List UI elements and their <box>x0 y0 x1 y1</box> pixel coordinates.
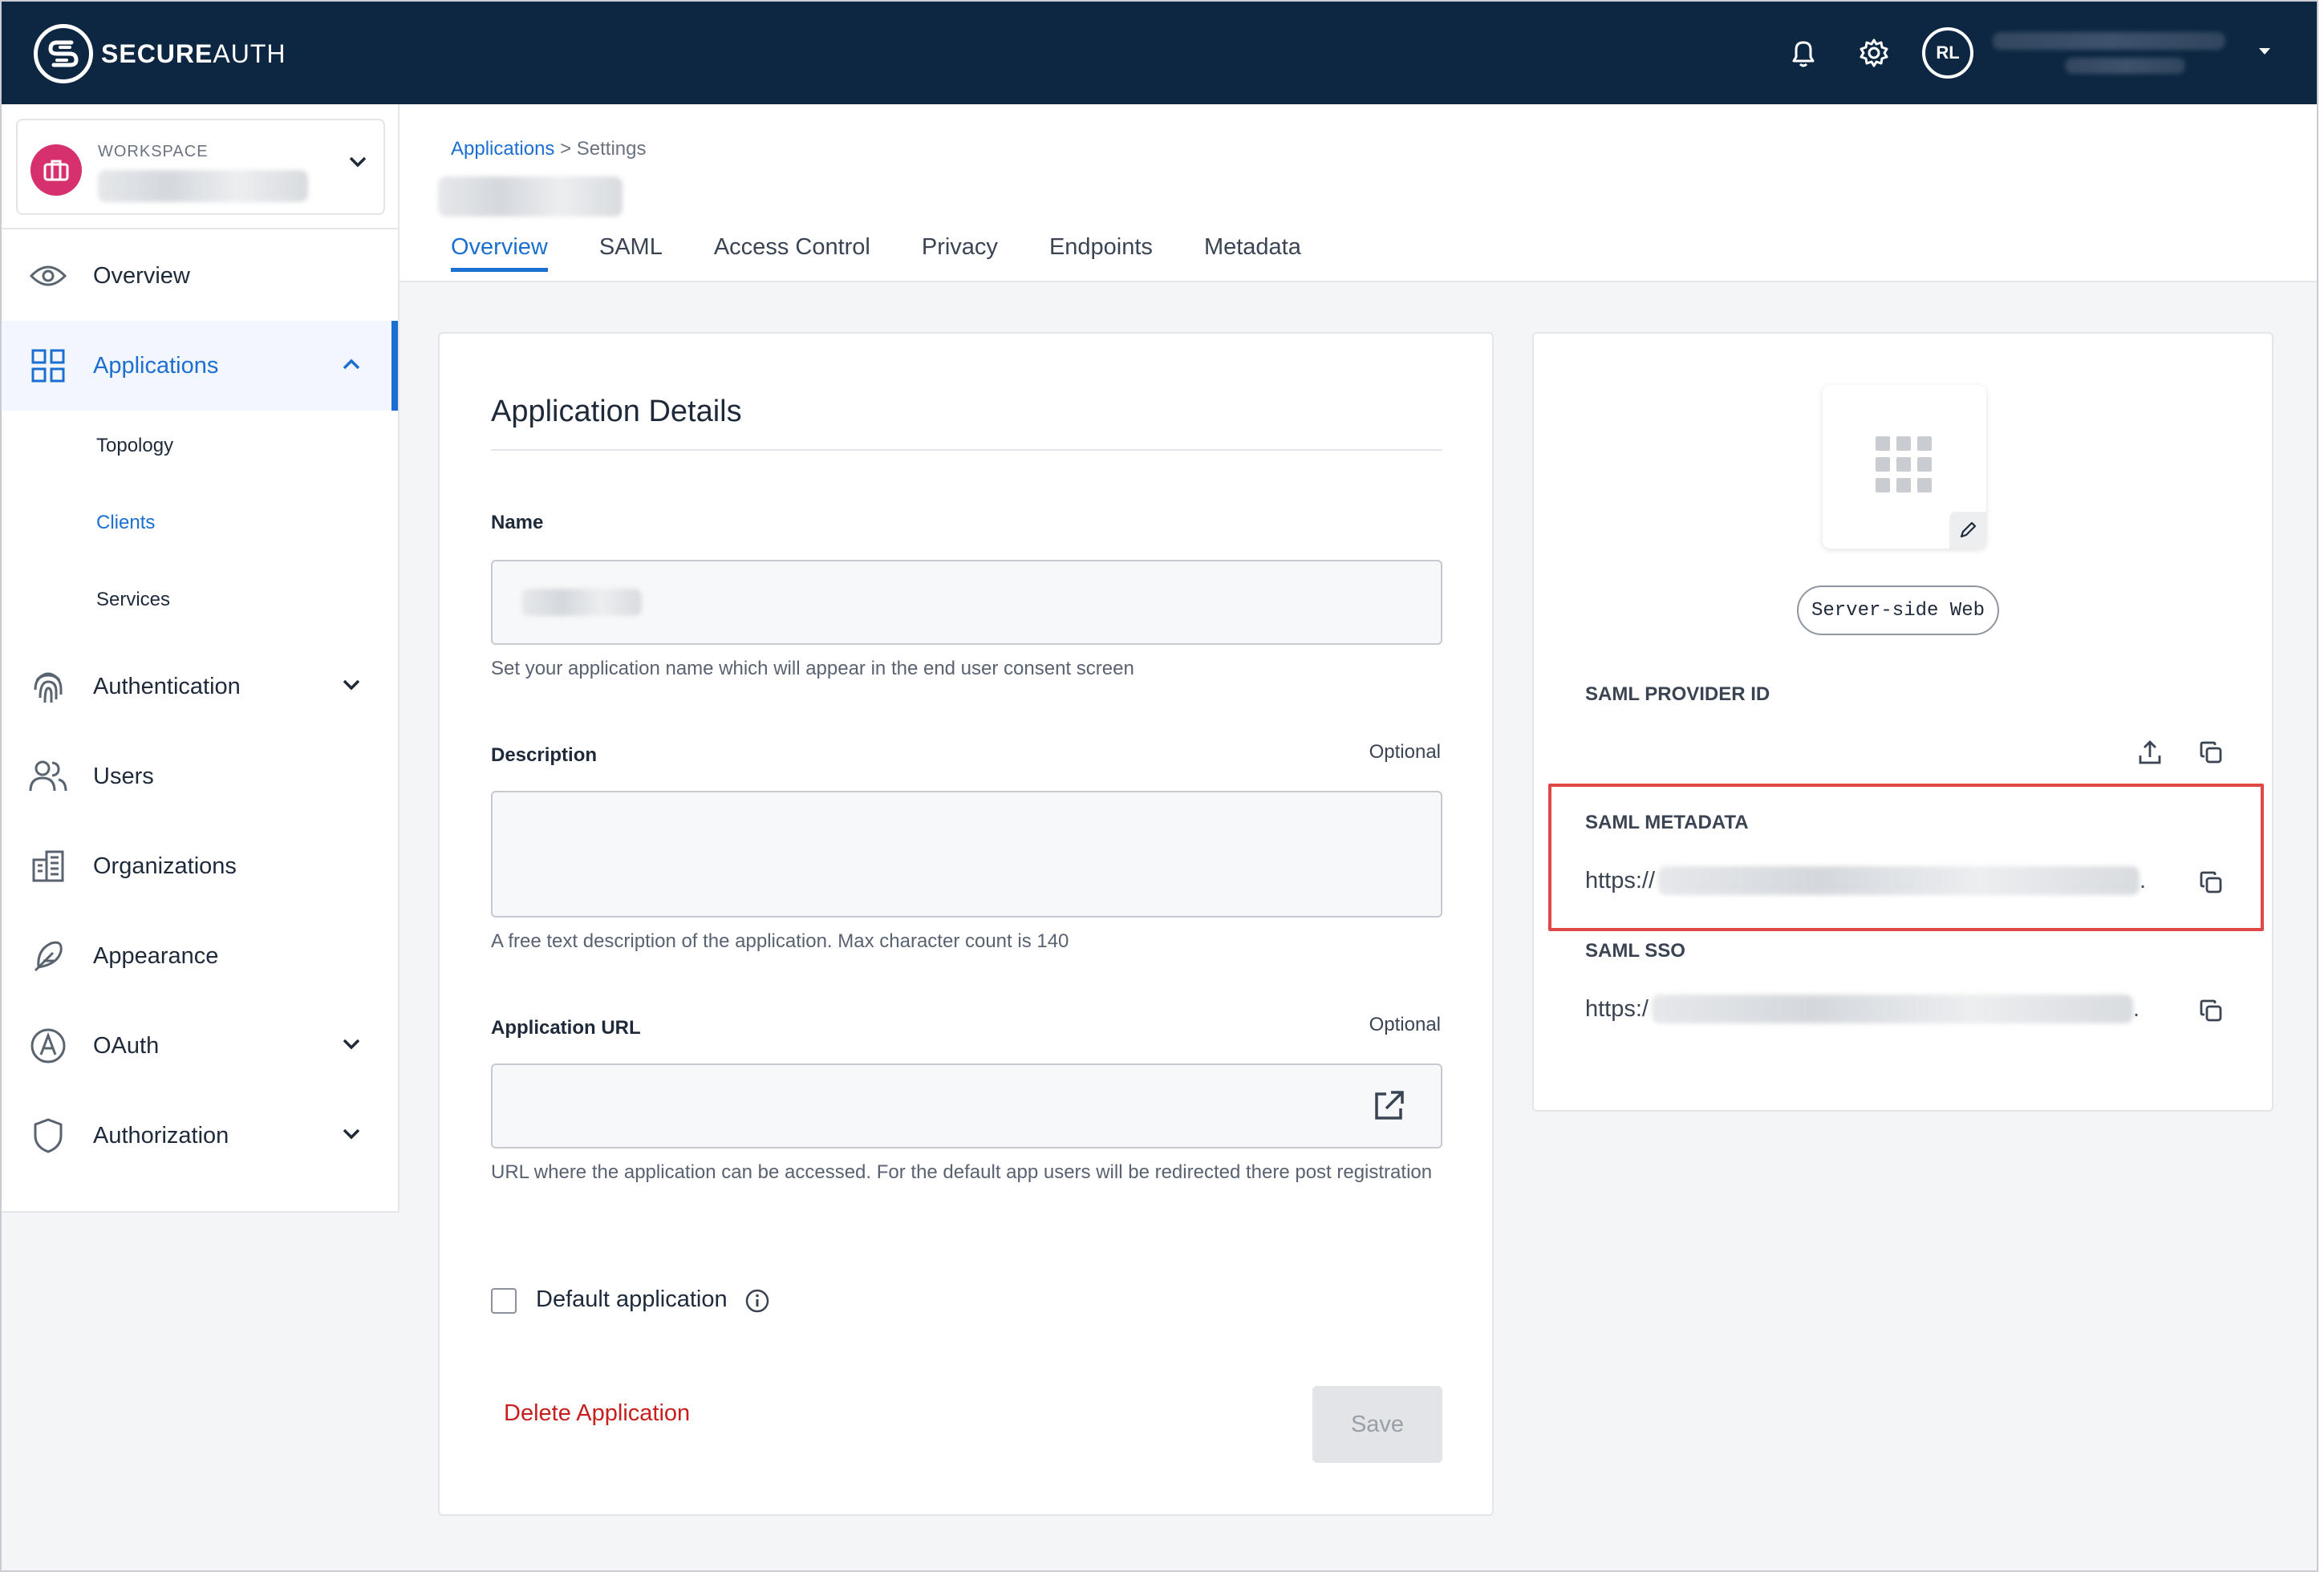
tab-access-control[interactable]: Access Control <box>714 234 870 272</box>
name-value-redacted <box>521 589 642 616</box>
breadcrumb-separator: > <box>560 138 572 160</box>
application-logo <box>1823 385 1986 549</box>
description-label: Description <box>491 744 598 766</box>
name-input[interactable] <box>491 560 1442 645</box>
application-url-help-text: URL where the application can be accesse… <box>491 1161 1433 1183</box>
copy-icon[interactable] <box>2195 736 2227 768</box>
users-icon <box>27 756 69 797</box>
card-title: Application Details <box>491 395 742 428</box>
tab-overview[interactable]: Overview <box>451 234 548 272</box>
pencil-icon <box>1960 521 1977 538</box>
breadcrumb-current: Settings <box>576 138 647 160</box>
workspace-switcher[interactable]: WORKSPACE <box>16 119 385 215</box>
saml-provider-id-label: SAML PROVIDER ID <box>1585 683 1770 705</box>
gear-icon[interactable] <box>1851 30 1896 75</box>
user-menu-caret-icon[interactable] <box>2257 46 2272 60</box>
sidebar-item-label: Authorization <box>93 1122 229 1149</box>
sidebar-item-label: Applications <box>93 352 219 379</box>
chevron-down-icon <box>348 156 367 172</box>
breadcrumb-applications-link[interactable]: Applications <box>451 138 554 160</box>
feather-icon <box>27 935 69 977</box>
chevron-down-icon <box>342 1128 361 1145</box>
tab-saml[interactable]: SAML <box>599 234 663 272</box>
sidebar-item-authorization[interactable]: Authorization <box>2 1091 398 1181</box>
fingerprint-icon <box>27 666 69 707</box>
application-summary-card: Server-side Web SAML PROVIDER ID SAML ME… <box>1532 332 2273 1112</box>
copy-icon[interactable] <box>2195 995 2227 1027</box>
application-url-input[interactable] <box>491 1063 1442 1149</box>
brand-name: SECUREAUTH <box>101 38 286 68</box>
tab-endpoints[interactable]: Endpoints <box>1049 234 1153 272</box>
page-header: Applications > Settings Overview SAML Ac… <box>400 104 2317 282</box>
secureauth-logo-icon <box>34 24 93 83</box>
saml-sso-url[interactable]: https:/ . <box>1585 995 2139 1023</box>
sidebar-item-appearance[interactable]: Appearance <box>2 911 398 1001</box>
shield-icon <box>27 1115 69 1157</box>
workspace-label: WORKSPACE <box>98 143 209 160</box>
upload-icon[interactable] <box>2134 736 2166 768</box>
default-application-checkbox[interactable] <box>491 1288 517 1314</box>
briefcase-icon <box>30 144 82 196</box>
app-window: SECUREAUTH RL WORKSPACE Overview Applica… <box>0 0 2318 1572</box>
sidebar-subitem-services[interactable]: Services <box>96 589 170 611</box>
sidebar-item-users[interactable]: Users <box>2 731 398 821</box>
user-avatar[interactable]: RL <box>1922 27 1973 79</box>
sidebar-subitem-clients[interactable]: Clients <box>96 512 155 534</box>
workspace-name-redacted <box>98 170 308 202</box>
save-button[interactable]: Save <box>1312 1386 1442 1463</box>
description-optional: Optional <box>1369 741 1441 763</box>
name-label: Name <box>491 512 544 533</box>
application-url-optional: Optional <box>1369 1014 1441 1035</box>
description-help-text: A free text description of the applicati… <box>491 930 1069 952</box>
oauth-icon <box>27 1025 69 1067</box>
tab-metadata[interactable]: Metadata <box>1204 234 1301 272</box>
app-type-badge: Server-side Web <box>1797 585 1999 635</box>
tab-bar: Overview SAML Access Control Privacy End… <box>451 234 1353 272</box>
info-icon[interactable] <box>744 1288 770 1318</box>
saml-sso-label: SAML SSO <box>1585 940 1685 962</box>
sidebar-item-applications[interactable]: Applications <box>2 321 398 411</box>
chevron-up-icon <box>342 358 361 375</box>
sidebar-item-overview[interactable]: Overview <box>2 231 398 321</box>
app-placeholder-icon <box>1876 436 1932 492</box>
chevron-down-icon <box>342 1038 361 1055</box>
sidebar-item-label: Organizations <box>93 853 237 879</box>
breadcrumb: Applications > Settings <box>451 138 647 160</box>
tab-privacy[interactable]: Privacy <box>922 234 998 272</box>
buildings-icon <box>27 845 69 887</box>
sidebar-item-label: Users <box>93 763 154 789</box>
sidebar-subitem-topology[interactable]: Topology <box>96 435 173 457</box>
user-info-redacted <box>1993 32 2225 74</box>
page-title-redacted <box>438 176 623 217</box>
application-details-card: Application Details Name Set your applic… <box>438 332 1494 1516</box>
sidebar: WORKSPACE Overview Applications Topology <box>2 104 400 1213</box>
sidebar-item-label: Appearance <box>93 942 219 969</box>
sidebar-item-authentication[interactable]: Authentication <box>2 642 398 731</box>
sidebar-item-oauth[interactable]: OAuth <box>2 1001 398 1091</box>
saml-metadata-highlight-box <box>1548 784 2264 931</box>
brand-logo[interactable]: SECUREAUTH <box>34 24 286 83</box>
sidebar-item-label: Overview <box>93 262 190 289</box>
top-bar: SECUREAUTH RL <box>2 2 2317 104</box>
bell-icon[interactable] <box>1781 30 1826 75</box>
name-help-text: Set your application name which will app… <box>491 658 1134 679</box>
description-input[interactable] <box>491 791 1442 918</box>
sidebar-item-label: OAuth <box>93 1032 160 1059</box>
sidebar-item-label: Authentication <box>93 673 241 699</box>
default-application-label: Default application <box>536 1286 728 1312</box>
edit-logo-button[interactable] <box>1949 512 1986 549</box>
saml-sso-url-redacted <box>1652 995 2133 1023</box>
eye-icon <box>27 255 69 297</box>
chevron-down-icon <box>342 679 361 695</box>
application-url-label: Application URL <box>491 1017 641 1039</box>
delete-application-button[interactable]: Delete Application <box>504 1400 690 1427</box>
apps-grid-icon <box>27 345 69 387</box>
external-link-icon[interactable] <box>1372 1089 1405 1127</box>
sidebar-item-organizations[interactable]: Organizations <box>2 821 398 911</box>
